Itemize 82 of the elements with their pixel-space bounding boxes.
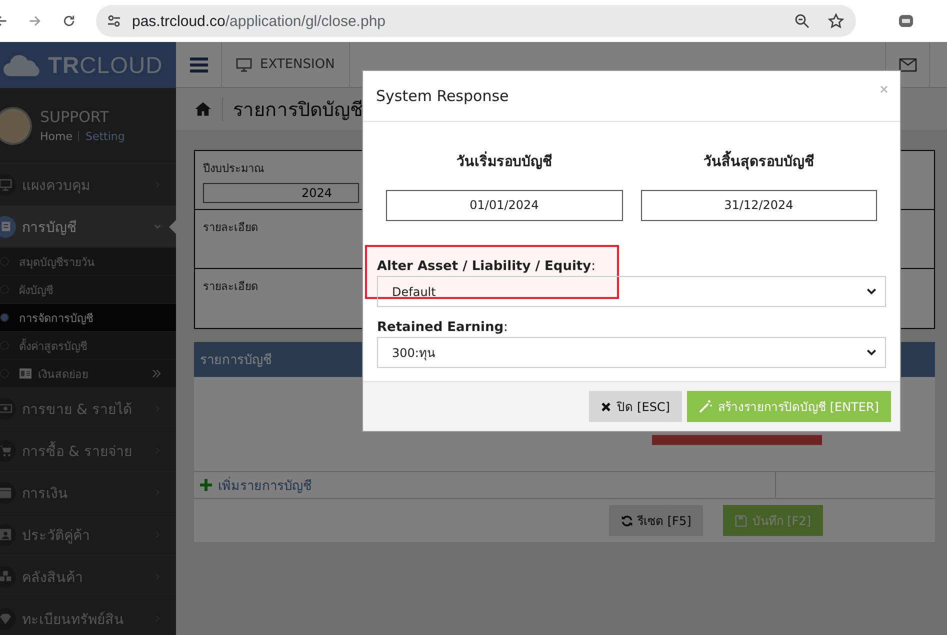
sidebar-item[interactable]: การบัญชี xyxy=(0,206,176,248)
sidebar-item[interactable]: การซื้อ & รายจ่าย xyxy=(0,430,176,472)
submenu-label: ตั้งค่าสูตรบัญชี xyxy=(19,338,87,354)
field-label: ปีงบประมาณ xyxy=(203,161,265,177)
sidebar-label: การบัญชี xyxy=(22,218,78,238)
cart-icon xyxy=(0,444,12,457)
chevron-down-icon xyxy=(153,222,162,231)
sidebar-label: การเงิน xyxy=(22,484,69,504)
add-account-link[interactable]: เพิ่มรายการบัญชี xyxy=(194,472,775,498)
date-field[interactable]: 31/12/2024 xyxy=(640,190,877,221)
sidebar-label: การขาย & รายได้ xyxy=(22,400,133,420)
period-label: วันสิ้นสุดรอบบัญชี xyxy=(640,150,877,172)
close-icon xyxy=(601,402,612,412)
submenu-label: เงินสดย่อย xyxy=(38,366,88,382)
cubes-icon xyxy=(0,570,12,583)
extension-label: EXTENSION xyxy=(260,57,335,72)
sidebar-label: การซื้อ & รายจ่าย xyxy=(22,440,147,462)
sidebar-item[interactable]: ประวัติคู่ค้า xyxy=(0,514,176,556)
submenu-item[interactable]: เงินสดย่อย xyxy=(0,360,176,388)
save-button[interactable]: บันทึก [F2] xyxy=(723,505,823,536)
home-icon[interactable] xyxy=(194,101,212,117)
reload-icon[interactable] xyxy=(62,14,76,28)
extension-icon[interactable] xyxy=(898,13,914,29)
book-icon xyxy=(0,220,12,233)
page-title: รายการปิดบัญชี xyxy=(233,98,363,123)
close-button[interactable]: × xyxy=(880,81,888,97)
extension-tab[interactable]: EXTENSION xyxy=(222,42,350,87)
avatar xyxy=(0,106,32,144)
chevron-down-icon xyxy=(866,286,877,297)
create-button[interactable]: สร้างรายการปิดบัญชี [ENTER] xyxy=(687,391,891,422)
field-label: รายละเอียด xyxy=(203,279,259,295)
id-card-icon xyxy=(19,368,32,379)
submenu-label: การจัดการบัญชี xyxy=(19,310,93,326)
magic-wand-icon xyxy=(699,400,712,413)
submenu-item[interactable]: ตั้งค่าสูตรบัญชี xyxy=(0,332,176,360)
field-label: รายละเอียด xyxy=(203,220,259,236)
chevron-down-icon xyxy=(866,347,877,358)
sidebar-label: ประวัติคู่ค้า xyxy=(22,526,91,546)
submenu-label: สมุดบัญชีรายวัน xyxy=(19,254,95,270)
sidebar-item[interactable]: การขาย & รายได้ xyxy=(0,388,176,430)
submenu-label: ผังบัญชี xyxy=(19,282,53,298)
sidebar-label: แผงควบคุม xyxy=(22,176,91,196)
home-link[interactable]: Home xyxy=(40,130,72,143)
url-host: pas.trcloud.co xyxy=(132,12,226,30)
date-field[interactable]: 01/01/2024 xyxy=(386,190,622,221)
submenu-item[interactable]: ผังบัญชี xyxy=(0,276,176,304)
monitor-icon xyxy=(0,178,12,191)
select-field[interactable]: Default xyxy=(377,276,886,307)
submenu-item[interactable]: สมุดบัญชีรายวัน xyxy=(0,248,176,276)
bullet-dot xyxy=(0,313,9,322)
double-chevron-icon xyxy=(151,369,162,378)
refresh-icon xyxy=(620,514,633,526)
user-name: SUPPORT xyxy=(40,108,110,126)
banknote-icon xyxy=(0,402,12,415)
reset-button[interactable]: รีเซต [F5] xyxy=(608,505,704,536)
fiscal-year-field[interactable]: 2024 xyxy=(203,183,359,203)
address-bar[interactable]: pas.trcloud.co/application/gl/close.php xyxy=(96,5,856,37)
sidebar-item[interactable]: คลังสินค้า xyxy=(0,556,176,598)
floppy-icon xyxy=(735,514,748,526)
zoom-icon[interactable] xyxy=(794,13,810,29)
select-field[interactable]: 300:ทุน xyxy=(377,337,886,368)
forward-icon[interactable] xyxy=(28,14,42,28)
logo-text: TRCLOUD xyxy=(48,52,163,78)
monitor-icon xyxy=(236,58,252,72)
select-label: Retained Earning: xyxy=(377,320,509,335)
site-settings-icon[interactable] xyxy=(106,13,122,29)
sidebar-label: คลังสินค้า xyxy=(22,568,84,588)
plus-icon xyxy=(200,479,212,491)
url-path: /application/gl/close.php xyxy=(225,12,386,30)
sidebar-item[interactable]: การเงิน xyxy=(0,472,176,514)
calendar-icon xyxy=(0,486,12,499)
star-icon[interactable] xyxy=(828,13,844,29)
logo-bar[interactable]: TRCLOUD xyxy=(0,42,176,88)
submenu-item[interactable]: การจัดการบัญชี xyxy=(0,304,176,332)
period-label: วันเริ่มรอบบัญชี xyxy=(386,150,622,172)
select-label: Alter Asset / Liability / Equity: xyxy=(377,259,597,274)
sidebar-label: ทะเบียนทรัพย์สิน xyxy=(22,610,125,630)
setting-link[interactable]: Setting xyxy=(85,130,125,143)
close-dialog-button[interactable]: ปิด [ESC] xyxy=(589,391,682,422)
contact-card-icon xyxy=(0,528,12,541)
dialog-title: System Response xyxy=(376,87,509,105)
diamond-icon xyxy=(0,612,12,625)
